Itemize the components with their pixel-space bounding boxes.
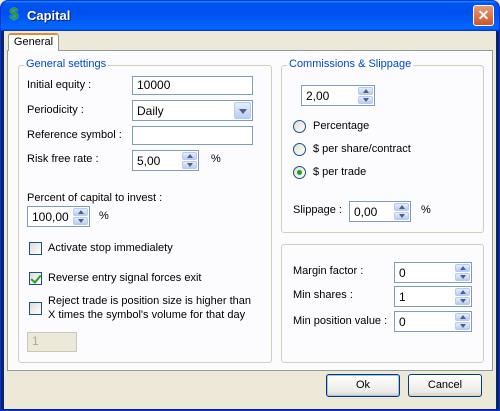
spin-up-icon[interactable] <box>455 288 470 296</box>
spin-up-icon[interactable] <box>73 208 88 216</box>
slippage-spinner[interactable]: 0,00 <box>349 201 411 222</box>
percent-capital-value: 100,00 <box>32 210 69 224</box>
periodicity-value: Daily <box>137 104 164 118</box>
risk-free-rate-unit: % <box>211 153 221 165</box>
spin-down-icon[interactable] <box>182 161 197 169</box>
reverse-entry-label[interactable]: Reverse entry signal forces exit <box>48 272 201 284</box>
spin-down-icon[interactable] <box>358 96 373 104</box>
capital-dialog: $ Capital ✕ General General settings Ini… <box>0 0 500 411</box>
spin-down-icon[interactable] <box>455 273 470 281</box>
spin-down-icon[interactable] <box>455 297 470 305</box>
min-shares-label: Min shares : <box>293 289 353 301</box>
radio-per-share[interactable] <box>293 143 306 156</box>
min-position-value: 0 <box>399 315 406 329</box>
spin-up-icon[interactable] <box>455 313 470 321</box>
slippage-value: 0,00 <box>354 205 378 219</box>
commissions-group: Commissions & Slippage 2,00 Percentage $… <box>281 58 484 233</box>
general-settings-group: General settings Initial equity : 10000 … <box>18 58 272 363</box>
radio-per-trade-label[interactable]: $ per trade <box>313 166 366 178</box>
slippage-unit: % <box>421 204 431 216</box>
radio-per-trade[interactable] <box>293 166 306 179</box>
min-position-label: Min position value : <box>293 315 388 327</box>
risk-free-rate-spinner[interactable]: 5,00 <box>132 150 199 171</box>
percent-capital-unit: % <box>99 210 109 222</box>
radio-per-share-label[interactable]: $ per share/contract <box>313 143 411 155</box>
reference-symbol-input[interactable] <box>132 126 253 145</box>
tab-general[interactable]: General <box>8 33 59 51</box>
reject-trade-label-line1[interactable]: Reject trade is position size is higher … <box>48 295 251 307</box>
spin-up-icon[interactable] <box>358 87 373 95</box>
dialog-body: General General settings Initial equity … <box>4 31 496 409</box>
reject-trade-checkbox[interactable] <box>29 302 42 315</box>
reject-trade-multiplier-input[interactable]: 1 <box>27 332 77 352</box>
initial-equity-label: Initial equity : <box>27 79 92 91</box>
spin-up-icon[interactable] <box>455 264 470 272</box>
periodicity-select[interactable]: Daily <box>132 100 253 121</box>
cancel-button[interactable]: Cancel <box>408 374 482 397</box>
reverse-entry-checkbox[interactable] <box>29 272 42 285</box>
chevron-down-icon[interactable] <box>234 102 251 119</box>
activate-stop-checkbox[interactable] <box>29 242 42 255</box>
risk-free-rate-value: 5,00 <box>137 154 161 168</box>
margin-factor-value: 0 <box>399 266 406 280</box>
slippage-label: Slippage : <box>293 204 342 216</box>
percent-capital-spinner[interactable]: 100,00 <box>27 206 90 227</box>
margin-factor-label: Margin factor : <box>293 265 364 277</box>
min-shares-value: 1 <box>399 290 406 304</box>
min-shares-spinner[interactable]: 1 <box>394 286 472 307</box>
spin-down-icon[interactable] <box>394 212 409 220</box>
commission-amount-spinner[interactable]: 2,00 <box>301 85 375 106</box>
spin-up-icon[interactable] <box>182 152 197 160</box>
spin-up-icon[interactable] <box>394 203 409 211</box>
activate-stop-label[interactable]: Activate stop immedialety <box>48 242 173 254</box>
radio-percentage-label[interactable]: Percentage <box>313 120 369 132</box>
general-tab-panel: General settings Initial equity : 10000 … <box>7 50 493 371</box>
reject-trade-label-line2[interactable]: X times the symbol's volume for that day <box>48 309 245 321</box>
window-title: Capital <box>27 8 71 23</box>
percent-capital-label: Percent of capital to invest : <box>27 192 163 204</box>
close-button[interactable]: ✕ <box>473 5 494 26</box>
spin-down-icon[interactable] <box>455 322 470 330</box>
ok-button[interactable]: Ok <box>326 374 400 397</box>
min-position-spinner[interactable]: 0 <box>394 311 472 332</box>
initial-equity-input[interactable]: 10000 <box>132 76 253 95</box>
radio-percentage[interactable] <box>293 120 306 133</box>
margin-group: Margin factor : 0 Min shares : 1 Min pos… <box>281 244 484 363</box>
periodicity-label: Periodicity : <box>27 104 84 116</box>
general-settings-title: General settings <box>24 58 109 70</box>
dollar-icon: $ <box>9 6 19 23</box>
risk-free-rate-label: Risk free rate : <box>27 153 99 165</box>
commission-amount-value: 2,00 <box>306 89 330 103</box>
margin-factor-spinner[interactable]: 0 <box>394 262 472 283</box>
title-bar[interactable]: $ Capital ✕ <box>1 1 499 31</box>
reference-symbol-label: Reference symbol : <box>27 129 122 141</box>
commissions-title: Commissions & Slippage <box>287 58 414 70</box>
spin-down-icon[interactable] <box>73 217 88 225</box>
